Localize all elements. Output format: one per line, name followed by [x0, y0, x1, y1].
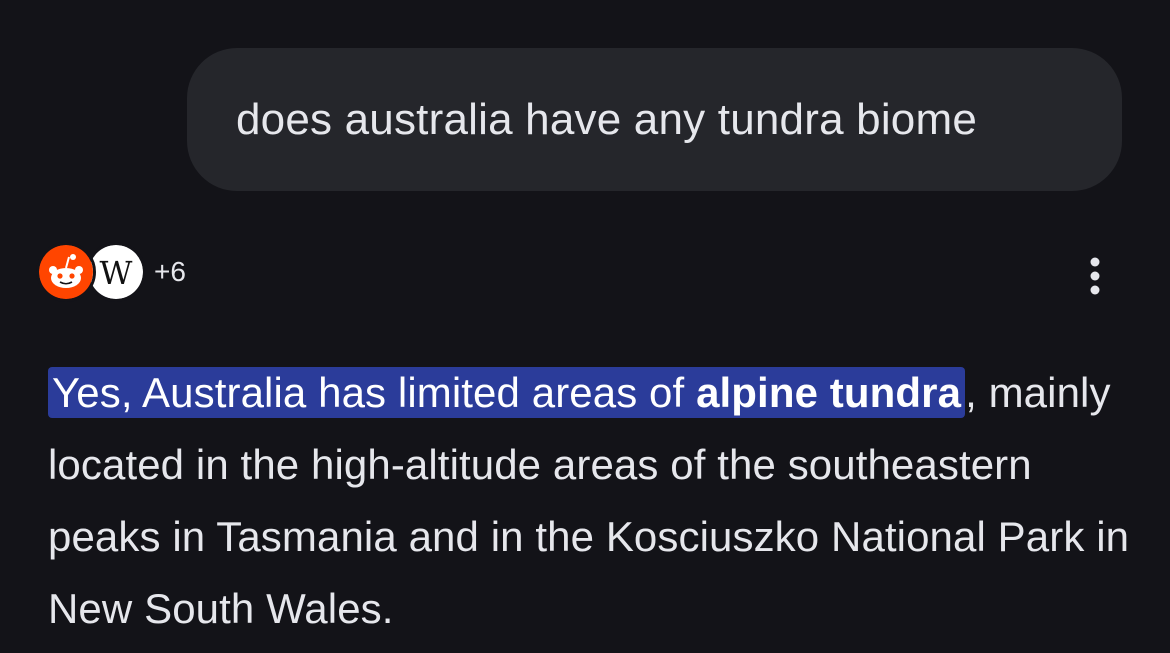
- answer-key-term: alpine tundra: [696, 369, 962, 416]
- more-vert-icon: [1090, 257, 1100, 295]
- answer-paragraph: Yes, Australia has limited areas of alpi…: [48, 357, 1138, 645]
- ai-answer-screen: does australia have any tundra biome W +…: [0, 0, 1170, 653]
- more-sources-count[interactable]: +6: [154, 256, 186, 288]
- user-query-bubble: does australia have any tundra biome: [187, 48, 1122, 191]
- wikipedia-letter: W: [100, 254, 133, 292]
- reddit-icon[interactable]: [36, 242, 96, 302]
- answer-highlight[interactable]: Yes, Australia has limited areas of alpi…: [48, 367, 966, 418]
- answer-highlight-text: Yes, Australia has limited areas of: [52, 369, 697, 416]
- user-query-text: does australia have any tundra biome: [236, 94, 977, 144]
- more-options-button[interactable]: [1075, 254, 1115, 298]
- sources-row[interactable]: W +6: [36, 238, 186, 306]
